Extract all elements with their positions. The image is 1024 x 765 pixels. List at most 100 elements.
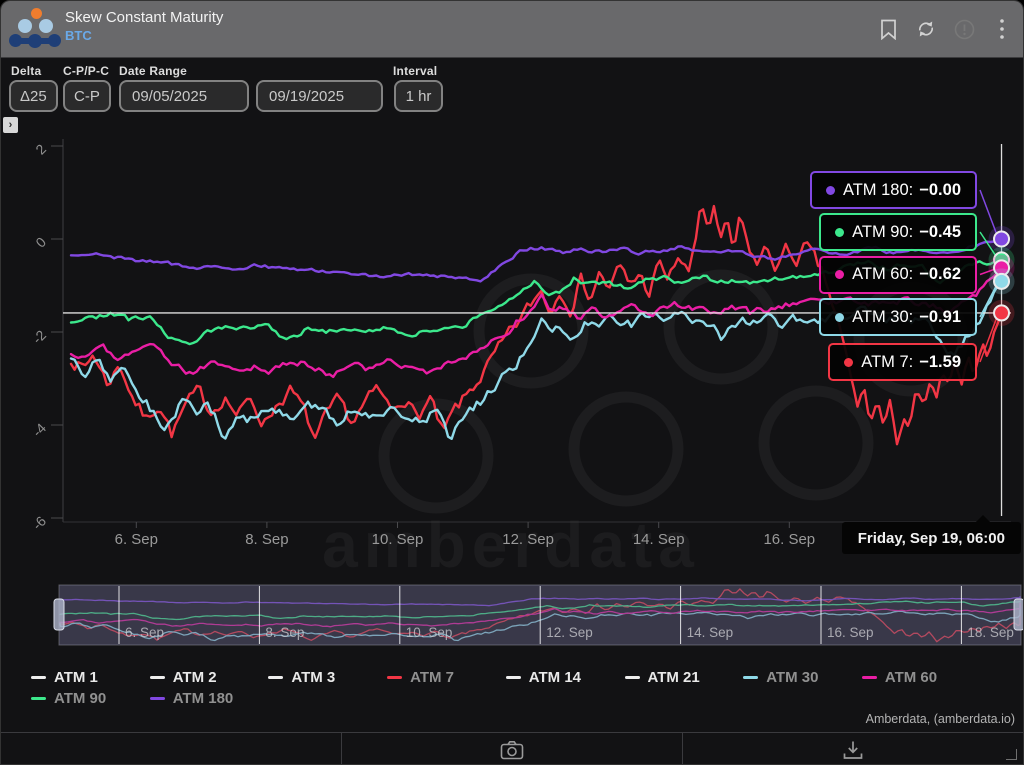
bottom-toolbar: [1, 732, 1023, 765]
sidebar-expander-button[interactable]: ›: [3, 117, 18, 133]
legend-swatch: [862, 676, 877, 679]
legend-item-atm-2[interactable]: ATM 2: [150, 669, 217, 685]
screenshot-button[interactable]: [341, 733, 682, 765]
navigator-selection[interactable]: [59, 585, 1021, 645]
cp-label: C-P/P-C: [63, 64, 109, 78]
marker-halo: [989, 268, 1015, 294]
legend-item-atm-7[interactable]: ATM 7: [387, 669, 454, 685]
legend-item-atm-180[interactable]: ATM 180: [150, 690, 234, 706]
legend-item-atm-1[interactable]: ATM 1: [31, 669, 98, 685]
tooltip-series-dot: [835, 270, 844, 279]
navigator-axis-label: 18. Sep: [967, 625, 1014, 640]
legend-label: ATM 30: [766, 669, 818, 686]
date-end-input[interactable]: 09/19/2025: [256, 80, 383, 112]
legend-label: ATM 90: [54, 690, 106, 707]
chart-credit-link[interactable]: Amberdata, (amberdata.io): [866, 712, 1015, 726]
tooltip-connector: [980, 232, 999, 260]
app-header: Skew Constant Maturity BTC: [1, 1, 1023, 58]
legend-label: ATM 21: [648, 669, 700, 686]
tooltip-series-label: ATM 90:: [852, 223, 913, 242]
navigator-series-atm-30: [60, 606, 1020, 641]
tooltip-series-value: −0.00: [919, 181, 961, 200]
tooltip-atm-180: ATM 180: −0.00: [810, 171, 977, 209]
navigator-axis-label: 8. Sep: [265, 625, 304, 640]
x-axis-label: 10. Sep: [372, 531, 424, 548]
chart-legend: ATM 1 ATM 2 ATM 3 ATM 7 ATM 14 ATM 21 ATM 30 AT…: [1, 661, 1023, 709]
legend-swatch: [31, 697, 46, 700]
tooltip-series-dot: [844, 358, 853, 367]
tooltip-series-label: ATM 180:: [843, 181, 913, 200]
legend-swatch: [743, 676, 758, 679]
page-title: Skew Constant Maturity: [65, 9, 223, 26]
marker-halo: [989, 255, 1015, 281]
delta-label: Delta: [11, 64, 41, 78]
logo-dot-lightblue: [18, 19, 32, 33]
legend-item-atm-90[interactable]: ATM 90: [31, 690, 106, 706]
date-tooltip-text: Friday, Sep 19, 06:00: [858, 530, 1005, 547]
tooltip-series-value: −0.45: [919, 223, 961, 242]
x-axis-label: 8. Sep: [245, 531, 288, 548]
interval-select[interactable]: 1 hr: [394, 80, 443, 112]
info-icon[interactable]: [953, 18, 975, 40]
x-axis-label: 16. Sep: [763, 531, 815, 548]
delta-select[interactable]: Δ25: [9, 80, 58, 112]
marker-halo: [989, 226, 1015, 252]
tooltip-connector: [980, 313, 999, 362]
logo-dot-orange: [31, 8, 42, 19]
date-start-input[interactable]: 09/05/2025: [119, 80, 249, 112]
cp-select[interactable]: C-P: [63, 80, 111, 112]
y-axis-label: 0: [32, 234, 49, 251]
x-axis-label: 6. Sep: [115, 531, 158, 548]
legend-label: ATM 180: [173, 690, 234, 707]
date-tooltip: Friday, Sep 19, 06:00: [842, 522, 1021, 554]
resize-corner[interactable]: [1006, 749, 1017, 760]
legend-swatch: [506, 676, 521, 679]
download-icon: [842, 740, 864, 760]
navigator-axis-label: 6. Sep: [125, 625, 164, 640]
legend-item-atm-14[interactable]: ATM 14: [506, 669, 581, 685]
tooltip-atm-60: ATM 60:−0.62: [819, 256, 977, 294]
svg-text:amberdata: amberdata: [322, 509, 700, 581]
kebab-menu-icon[interactable]: [991, 18, 1013, 40]
tooltip-series-value: −0.62: [919, 265, 961, 284]
logo-dot-lightblue: [39, 19, 53, 33]
legend-item-atm-60[interactable]: ATM 60: [862, 669, 937, 685]
series-marker: [994, 305, 1009, 320]
tooltip-series-value: −1.59: [919, 353, 961, 372]
refresh-icon[interactable]: [915, 18, 937, 40]
tooltip-arrow: [976, 515, 990, 522]
tooltip-series-dot: [835, 228, 844, 237]
series-marker: [994, 252, 1009, 267]
y-axis-label: -6: [29, 513, 49, 533]
tooltip-series-dot: [826, 186, 835, 195]
download-button[interactable]: [682, 733, 1023, 765]
navigator-series-atm-90: [60, 601, 1020, 620]
tooltip-atm-30: ATM 30:−0.91: [819, 298, 977, 336]
tooltip-series-dot: [835, 313, 844, 322]
y-axis-label: 2: [32, 141, 49, 158]
app-window: Skew Constant Maturity BTC: [0, 0, 1024, 765]
bookmark-icon[interactable]: [877, 18, 899, 40]
navigator-track[interactable]: [59, 585, 1021, 645]
legend-swatch: [31, 676, 46, 679]
tooltip-connector: [980, 281, 999, 317]
x-axis-label: 14. Sep: [633, 531, 685, 548]
camera-icon: [500, 740, 524, 760]
navigator-handle-left[interactable]: [54, 599, 64, 630]
navigator-handle-right[interactable]: [1014, 599, 1024, 630]
marker-halo: [989, 300, 1015, 326]
asset-subtitle: BTC: [65, 28, 92, 43]
series-marker: [994, 232, 1009, 247]
legend-swatch: [150, 676, 165, 679]
legend-label: ATM 1: [54, 669, 98, 686]
legend-item-atm-21[interactable]: ATM 21: [625, 669, 700, 685]
legend-item-atm-30[interactable]: ATM 30: [743, 669, 818, 685]
legend-item-atm-3[interactable]: ATM 3: [268, 669, 335, 685]
navigator-axis-label: 10. Sep: [406, 625, 453, 640]
legend-swatch: [268, 676, 283, 679]
navigator-axis-label: 12. Sep: [546, 625, 593, 640]
legend-label: ATM 14: [529, 669, 581, 686]
legend-label: ATM 2: [173, 669, 217, 686]
legend-label: ATM 7: [410, 669, 454, 686]
toolbar-section-left[interactable]: [1, 733, 341, 765]
